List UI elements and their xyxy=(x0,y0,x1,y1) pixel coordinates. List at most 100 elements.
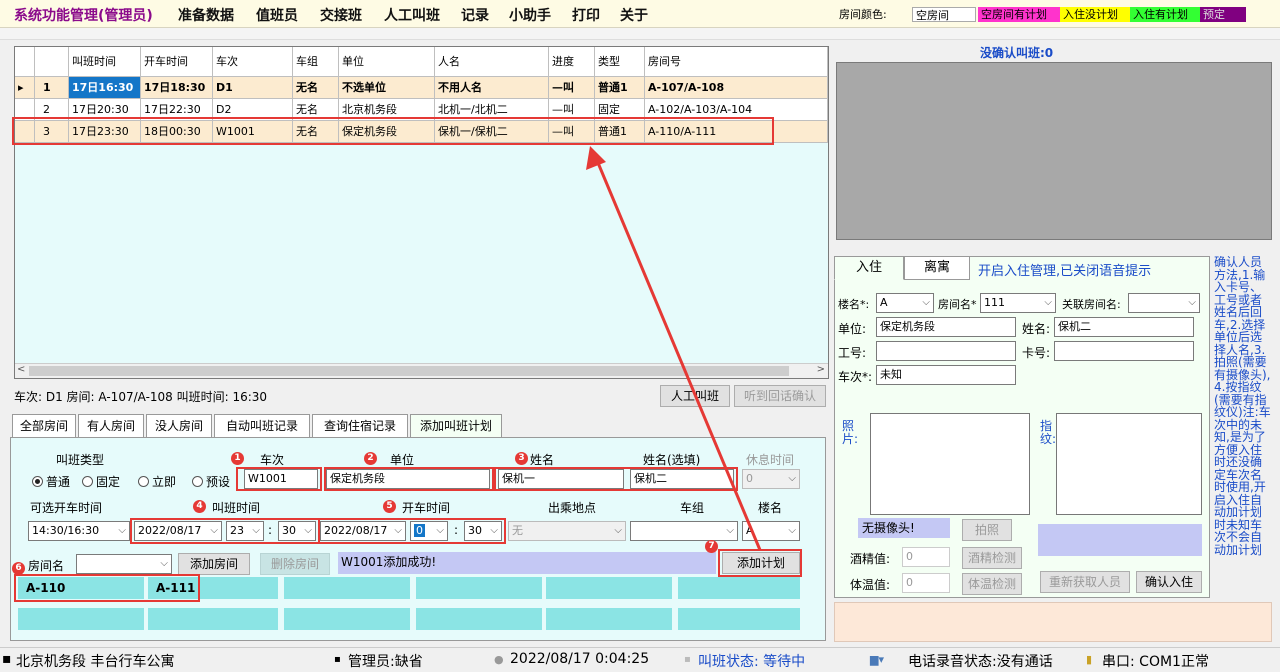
grid-header-call-time[interactable]: 叫班时间 xyxy=(69,47,141,77)
table-cell[interactable]: D1 xyxy=(213,77,293,99)
room-chip-empty[interactable] xyxy=(416,608,542,630)
scroll-thumb[interactable] xyxy=(29,366,789,376)
table-cell[interactable]: 不用人名 xyxy=(435,77,549,99)
room-chip-empty[interactable] xyxy=(678,577,800,599)
related-room-label: 关联房间名: xyxy=(1062,298,1121,311)
chevron-down-icon: ⌵ xyxy=(922,297,930,308)
tab-occupied-rooms[interactable]: 有人房间 xyxy=(78,414,144,438)
tab-empty-rooms[interactable]: 没人房间 xyxy=(146,414,212,438)
table-cell[interactable]: A-107/A-108 xyxy=(645,77,828,99)
table-cell[interactable]: 1 xyxy=(35,77,69,99)
step-badge-4: 4 xyxy=(193,500,206,513)
room-chip-empty[interactable] xyxy=(546,577,672,599)
scroll-right-icon[interactable]: > xyxy=(817,364,825,375)
room-chip-empty[interactable] xyxy=(284,608,410,630)
optional-depart-select[interactable]: 14:30/16:30 ⌵ xyxy=(28,521,130,541)
tab-checkout[interactable]: 离寓 xyxy=(904,256,970,280)
clock-icon: ● xyxy=(494,653,504,666)
grid-header-person[interactable]: 人名 xyxy=(435,47,549,77)
call-time-label: 叫班时间 xyxy=(212,501,261,515)
photo-button[interactable]: 拍照 xyxy=(962,519,1012,541)
alcohol-check-button[interactable]: 酒精检测 xyxy=(962,547,1022,569)
highlight-train xyxy=(236,467,322,491)
menu-prepare-data[interactable]: 准备数据 xyxy=(178,5,234,25)
radio-immediate[interactable]: 立即 xyxy=(138,473,176,490)
delete-room-button[interactable]: 删除房间 xyxy=(260,553,330,575)
serial-status: 串口: COM1正常 xyxy=(1102,654,1209,670)
table-cell[interactable]: 17日16:30 xyxy=(69,77,141,99)
radio-normal[interactable]: 普通 xyxy=(32,473,70,490)
scroll-left-icon[interactable]: < xyxy=(17,364,25,375)
checkin-room-select[interactable]: 111 ⌵ xyxy=(980,293,1056,313)
chevron-down-icon: ⌵ xyxy=(1188,297,1196,308)
add-room-button[interactable]: 添加房间 xyxy=(178,553,250,575)
checkin-train-input[interactable]: 未知 xyxy=(876,365,1016,385)
room-select[interactable]: ⌵ xyxy=(76,554,172,574)
table-cell[interactable]: 无名 xyxy=(293,77,339,99)
menu-assistant[interactable]: 小助手 xyxy=(509,5,551,25)
boarding-select[interactable]: 无 ⌵ xyxy=(508,521,626,541)
help-instructions: 确认人员方法,1.输入卡号、工号或者姓名后回车,2.选择单位后选择人名,3.拍照… xyxy=(1214,256,1271,557)
rest-time-select[interactable]: 0 ⌵ xyxy=(742,469,800,489)
checkin-unit-input[interactable]: 保定机务段 xyxy=(876,317,1016,337)
menu-manual-call[interactable]: 人工叫班 xyxy=(384,5,440,25)
room-chip-empty[interactable] xyxy=(416,577,542,599)
chevron-down-icon: ⌵ xyxy=(1044,297,1052,308)
table-cell[interactable]: —叫 xyxy=(549,77,595,99)
grid-header-type[interactable]: 类型 xyxy=(595,47,645,77)
checkin-building-select[interactable]: A ⌵ xyxy=(876,293,934,313)
serial-icon: ▮ xyxy=(1086,653,1093,666)
fingerprint-box xyxy=(1056,413,1202,515)
confirm-checkin-button[interactable]: 确认入住 xyxy=(1136,571,1202,593)
highlight-rooms xyxy=(14,574,200,602)
tab-all-rooms[interactable]: 全部房间 xyxy=(12,414,76,438)
table-cell[interactable]: 17日18:30 xyxy=(141,77,213,99)
legend-occupied-no-plan: 入住没计划 xyxy=(1060,7,1130,22)
tab-checkin[interactable]: 入住 xyxy=(834,256,904,280)
menu-handover[interactable]: 交接班 xyxy=(320,5,362,25)
grid-header-depart-time[interactable]: 开车时间 xyxy=(141,47,213,77)
room-chip-empty[interactable] xyxy=(148,608,278,630)
grid-horizontal-scrollbar[interactable]: < > xyxy=(15,363,828,378)
table-cell[interactable]: 不选单位 xyxy=(339,77,435,99)
tab-auto-call-records[interactable]: 自动叫班记录 xyxy=(214,414,310,438)
confirm-callback-button[interactable]: 听到回话确认 xyxy=(734,385,826,407)
temperature-check-button[interactable]: 体温检测 xyxy=(962,573,1022,595)
workno-input[interactable] xyxy=(876,341,1016,361)
refetch-person-button[interactable]: 重新获取人员 xyxy=(1040,571,1130,593)
temperature-input[interactable]: 0 xyxy=(902,573,950,593)
group-select[interactable]: ⌵ xyxy=(630,521,738,541)
notice-area xyxy=(834,602,1272,642)
grid-header-room[interactable]: 房间号 xyxy=(645,47,828,77)
room-chip-empty[interactable] xyxy=(546,608,672,630)
call-plan-grid[interactable]: 叫班时间 开车时间 车次 车组 单位 人名 进度 类型 房间号 ▸ 1 17日1… xyxy=(14,46,829,379)
checkin-name-input[interactable]: 保机二 xyxy=(1054,317,1194,337)
legend-occupied-planned: 入住有计划 xyxy=(1130,7,1200,22)
grid-header-progress[interactable]: 进度 xyxy=(549,47,595,77)
menu-print[interactable]: 打印 xyxy=(572,5,600,25)
building-label: 楼名 xyxy=(758,501,783,515)
related-room-select[interactable]: ⌵ xyxy=(1128,293,1200,313)
radio-fixed[interactable]: 固定 xyxy=(82,473,120,490)
manual-call-button[interactable]: 人工叫班 xyxy=(660,385,730,407)
room-chip-empty[interactable] xyxy=(284,577,410,599)
radio-preset[interactable]: 预设 xyxy=(192,473,230,490)
table-cell[interactable]: 普通1 xyxy=(595,77,645,99)
grid-header-unit[interactable]: 单位 xyxy=(339,47,435,77)
building-select[interactable]: A ⌵ xyxy=(742,521,800,541)
menu-records[interactable]: 记录 xyxy=(461,5,489,25)
table-row-marker[interactable]: ▸ xyxy=(15,77,35,99)
tab-lodging-records[interactable]: 查询住宿记录 xyxy=(312,414,408,438)
grid-header-group[interactable]: 车组 xyxy=(293,47,339,77)
menu-duty[interactable]: 值班员 xyxy=(256,5,298,25)
phone-icon[interactable]: ▆▾ xyxy=(870,653,884,666)
alcohol-input[interactable]: 0 xyxy=(902,547,950,567)
menu-system[interactable]: 系统功能管理(管理员) xyxy=(14,5,153,25)
room-chip-empty[interactable] xyxy=(678,608,800,630)
grid-header-train[interactable]: 车次 xyxy=(213,47,293,77)
cardno-input[interactable] xyxy=(1054,341,1194,361)
call-status: 叫班状态: 等待中 xyxy=(698,654,806,670)
menu-about[interactable]: 关于 xyxy=(620,5,648,25)
room-chip-empty[interactable] xyxy=(18,608,144,630)
tab-add-call-plan[interactable]: 添加叫班计划 xyxy=(410,414,502,438)
